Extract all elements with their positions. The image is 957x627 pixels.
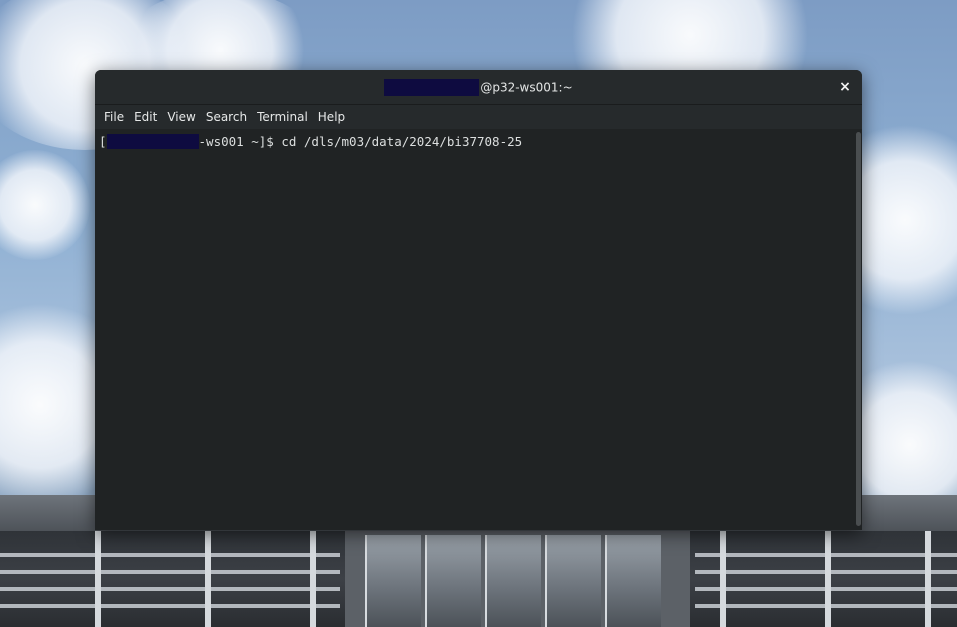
typed-command: cd /dls/m03/data/2024/bi37708-25 — [281, 134, 523, 149]
menu-help[interactable]: Help — [313, 105, 350, 129]
menu-bar: File Edit View Search Terminal Help — [95, 105, 862, 129]
building-glass-panel — [485, 535, 541, 627]
building-entrance — [345, 531, 690, 627]
desktop-wallpaper: @p32-ws001:~ × File Edit View Search Ter… — [0, 0, 957, 627]
window-title: @p32-ws001:~ — [95, 70, 862, 104]
building-pillar — [825, 531, 831, 627]
building-pillar — [205, 531, 211, 627]
window-titlebar[interactable]: @p32-ws001:~ × — [95, 70, 862, 105]
building-louvre — [0, 553, 340, 557]
building-glass-panel — [545, 535, 601, 627]
building-louvre — [0, 587, 340, 591]
building-louvre — [0, 570, 340, 574]
building-glass-panel — [605, 535, 661, 627]
menu-file[interactable]: File — [99, 105, 129, 129]
menu-search[interactable]: Search — [201, 105, 252, 129]
menu-terminal[interactable]: Terminal — [252, 105, 313, 129]
terminal-command-line: [ -ws001 ~]$ cd /dls/m03/data/2024/bi3770… — [99, 133, 522, 151]
terminal-output-area[interactable]: [ -ws001 ~]$ cd /dls/m03/data/2024/bi3770… — [95, 129, 855, 530]
building-pillar — [925, 531, 931, 627]
building-glass-panel — [425, 535, 481, 627]
building-pillar — [95, 531, 101, 627]
prompt-open-bracket: [ — [99, 134, 107, 149]
building-louvre — [0, 604, 340, 608]
menu-view[interactable]: View — [162, 105, 200, 129]
redacted-username — [106, 134, 199, 149]
wallpaper-cloud — [0, 150, 90, 260]
menu-edit[interactable]: Edit — [129, 105, 162, 129]
terminal-scrollbar[interactable] — [856, 132, 861, 526]
terminal-window[interactable]: @p32-ws001:~ × File Edit View Search Ter… — [95, 70, 862, 530]
prompt-host: -ws001 ~]$ — [198, 134, 282, 149]
window-title-text: @p32-ws001:~ — [480, 80, 573, 95]
building-pillar — [720, 531, 726, 627]
redacted-username — [384, 79, 480, 96]
close-button[interactable]: × — [836, 78, 854, 96]
building-pillar — [310, 531, 316, 627]
building-glass-panel — [365, 535, 421, 627]
